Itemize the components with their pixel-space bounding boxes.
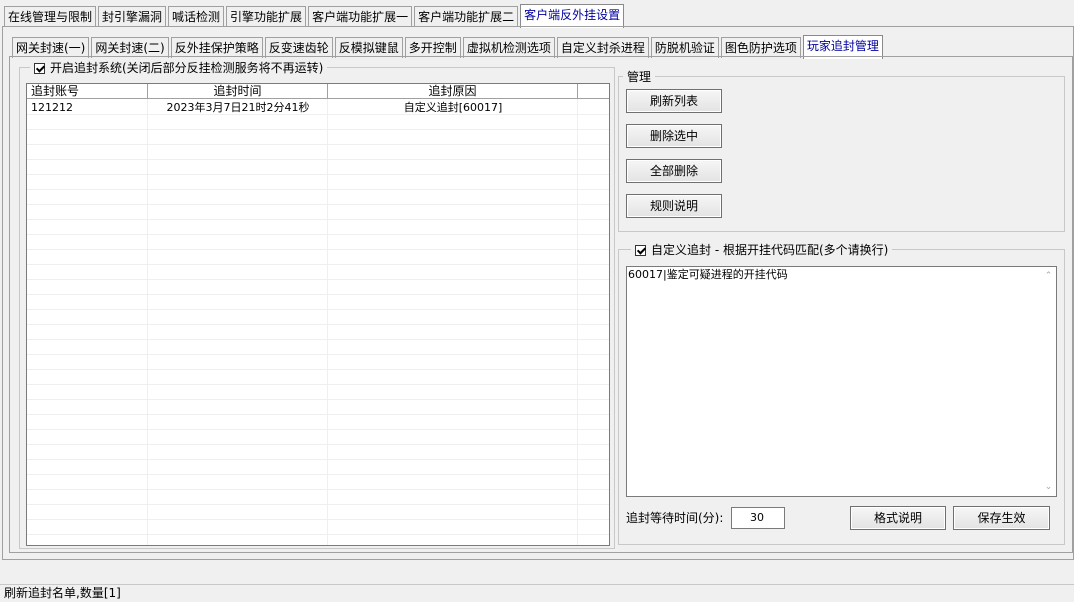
grid-row-line [27,189,609,190]
wait-time-input[interactable]: 30 [731,507,785,529]
grid-row-line [27,204,609,205]
grid-row-line [27,414,609,415]
tab-gateway-speed-1[interactable]: 网关封速(一) [12,37,90,58]
grid-row-line [27,249,609,250]
grid-row-line [27,534,609,535]
custom-ban-checkbox[interactable] [635,245,646,256]
grid-col-line [147,99,148,545]
refresh-list-button[interactable]: 刷新列表 [626,89,722,113]
tab-client-anticheat[interactable]: 客户端反外挂设置 [520,4,625,28]
row-reason[interactable]: 自定义追封[60017] [328,100,578,115]
tab-anti-simulated-input[interactable]: 反模拟键鼠 [334,37,403,58]
grid-row-line [27,159,609,160]
grid-row-line [27,144,609,145]
grid-col-line [327,99,328,545]
grid-row-line [27,474,609,475]
tab-engine-extension[interactable]: 引擎功能扩展 [226,6,307,27]
scroll-down-icon[interactable]: ⌄ [1044,483,1053,492]
grid-row-line [27,504,609,505]
ban-list[interactable]: 追封账号 追封时间 追封原因 121212 2023年3月7日21时2分41秒 … [26,83,610,546]
grid-row-line [27,339,609,340]
enable-system-toggle[interactable]: 开启追封系统(关闭后部分反挂检测服务将不再运转) [30,59,328,76]
tab-multi-instance[interactable]: 多开控制 [404,37,461,58]
sub-tab-bar: 网关封速(一) 网关封速(二) 反外挂保护策略 反变速齿轮 反模拟键鼠 多开控制… [12,34,885,59]
delete-selected-button[interactable]: 删除选中 [626,124,722,148]
grid-row-line [27,279,609,280]
format-help-button[interactable]: 格式说明 [850,506,946,530]
top-tab-bar: 在线管理与限制 封引擎漏洞 喊话检测 引擎功能扩展 客户端功能扩展一 客户端功能… [4,3,626,28]
grid-row-line [27,264,609,265]
custom-code-content: 60017|鉴定可疑进程的开挂代码 [628,268,788,281]
grid-row-line [27,444,609,445]
tab-protection-strategy[interactable]: 反外挂保护策略 [170,37,263,58]
grid-row-line [27,324,609,325]
row-time[interactable]: 2023年3月7日21时2分41秒 [148,100,328,115]
custom-code-textarea[interactable]: 60017|鉴定可疑进程的开挂代码 ⌃ ⌄ [626,266,1057,497]
save-apply-button[interactable]: 保存生效 [953,506,1050,530]
grid-row-line [27,519,609,520]
grid-row-line [27,234,609,235]
tab-anti-speed-gear[interactable]: 反变速齿轮 [264,37,333,58]
column-header-empty [578,84,609,99]
status-bar: 刷新追封名单,数量[1] [0,584,1074,602]
wait-time-label: 追封等待时间(分): [626,511,724,525]
scroll-up-icon[interactable]: ⌃ [1044,272,1053,281]
grid-row-line [27,429,609,430]
grid-row-line [27,384,609,385]
grid-row-line [27,489,609,490]
tab-vm-detection[interactable]: 虚拟机检测选项 [462,37,555,58]
grid-row-line [27,129,609,130]
tab-custom-kill-process[interactable]: 自定义封杀进程 [556,37,649,58]
grid-row-line [27,354,609,355]
enable-system-label: 开启追封系统(关闭后部分反挂检测服务将不再运转) [50,61,324,75]
tab-image-protection[interactable]: 图色防护选项 [720,37,801,58]
grid-row-line [27,294,609,295]
custom-ban-toggle[interactable]: 自定义追封 - 根据开挂代码匹配(多个请换行) [631,241,893,258]
tab-client-extension-2[interactable]: 客户端功能扩展二 [414,6,519,27]
column-header-reason[interactable]: 追封原因 [328,84,578,99]
tab-client-extension-1[interactable]: 客户端功能扩展一 [308,6,413,27]
custom-ban-label: 自定义追封 - 根据开挂代码匹配(多个请换行) [651,243,889,257]
delete-all-button[interactable]: 全部删除 [626,159,722,183]
tab-anti-offline[interactable]: 防脱机验证 [650,37,719,58]
grid-row-line [27,369,609,370]
grid-col-line [577,99,578,545]
enable-system-checkbox[interactable] [34,63,45,74]
column-header-time[interactable]: 追封时间 [148,84,328,99]
grid-row-line [27,219,609,220]
tab-engine-loophole[interactable]: 封引擎漏洞 [98,6,167,27]
row-account[interactable]: 121212 [31,100,73,115]
tab-shout-detection[interactable]: 喊话检测 [168,6,225,27]
manage-title: 管理 [623,68,656,85]
grid-row-line [27,399,609,400]
grid-row-line [27,309,609,310]
grid-row-line [27,174,609,175]
tab-online-management[interactable]: 在线管理与限制 [4,6,97,27]
rules-button[interactable]: 规则说明 [626,194,722,218]
column-header-account[interactable]: 追封账号 [27,84,148,99]
status-text: 刷新追封名单,数量[1] [4,586,121,600]
grid-row-line [27,459,609,460]
tab-gateway-speed-2[interactable]: 网关封速(二) [91,37,169,58]
